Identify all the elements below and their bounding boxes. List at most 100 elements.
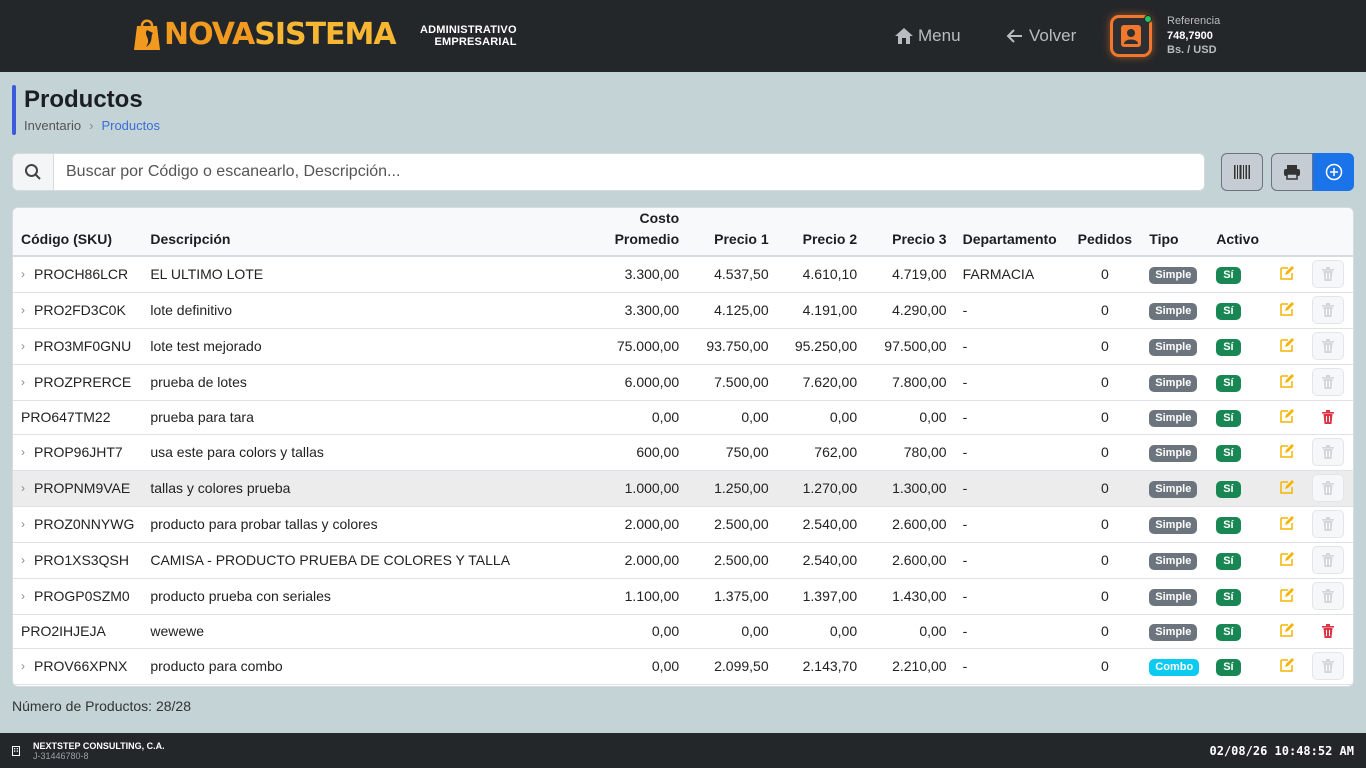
cell-pedidos: 0 xyxy=(1068,400,1142,435)
active-badge: Sí xyxy=(1216,409,1241,427)
edit-icon xyxy=(1280,515,1295,530)
delete-button[interactable] xyxy=(1312,546,1344,574)
table-row[interactable]: › PROGP0SZM0 producto prueba con seriales 1… xyxy=(13,578,1353,615)
edit-button[interactable] xyxy=(1279,479,1295,498)
cell-precio-1: 0,00 xyxy=(687,614,777,649)
edit-button[interactable] xyxy=(1279,551,1295,570)
sku-text: PRO1XS3QSH xyxy=(34,552,129,568)
delete-button[interactable] xyxy=(1312,582,1344,610)
plus-circle-icon xyxy=(1325,163,1342,181)
chevron-right-icon[interactable]: › xyxy=(21,481,34,495)
cell-tipo: Simple xyxy=(1141,578,1209,615)
search-input[interactable] xyxy=(54,154,1204,190)
delete-button[interactable] xyxy=(1312,510,1344,538)
table-row[interactable]: › PRO1XS3QSH CAMISA - PRODUCTO PRUEBA DE C… xyxy=(13,542,1353,579)
cell-pedidos: 0 xyxy=(1068,328,1142,365)
cell-precio-3: 97.500,00 xyxy=(865,328,955,365)
edit-button[interactable] xyxy=(1279,373,1295,392)
user-avatar[interactable] xyxy=(1110,15,1152,57)
table-row[interactable]: › PROP96JHT7 usa este para colors y tallas… xyxy=(13,434,1353,471)
chevron-right-icon[interactable]: › xyxy=(21,339,34,353)
table-row[interactable]: PRO2IHJEJA wewewe 0,00 0,00 0,00 0,00-0 Simple… xyxy=(13,614,1353,649)
chevron-right-icon[interactable]: › xyxy=(21,303,34,317)
edit-button[interactable] xyxy=(1279,265,1295,284)
chevron-right-icon[interactable]: › xyxy=(21,517,34,531)
cell-tipo: Simple xyxy=(1141,434,1209,471)
cell-activo: Sí xyxy=(1208,364,1272,401)
delete-button[interactable] xyxy=(1312,652,1344,680)
footer-company: NEXTSTEP CONSULTING, C.A. xyxy=(33,741,165,751)
delete-button[interactable] xyxy=(1312,403,1344,431)
cell-pedidos: 0 xyxy=(1068,470,1142,507)
cell-tipo: Simple xyxy=(1141,364,1209,401)
add-product-button[interactable] xyxy=(1313,153,1354,191)
delete-button[interactable] xyxy=(1312,438,1344,466)
cell-precio-2: 1.397,00 xyxy=(776,578,866,615)
edit-button[interactable] xyxy=(1279,622,1295,641)
table-row[interactable]: › PRO3MF0GNU lote test mejorado 75.000,00 93… xyxy=(13,328,1353,365)
delete-button[interactable] xyxy=(1312,617,1344,645)
page-title: Productos xyxy=(24,86,143,113)
delete-button[interactable] xyxy=(1312,474,1344,502)
edit-button[interactable] xyxy=(1279,515,1295,534)
back-button[interactable]: Volver xyxy=(1005,26,1076,46)
table-row[interactable]: › PROZPRERCE prueba de lotes 6.000,00 7.500,… xyxy=(13,364,1353,401)
chevron-right-icon[interactable]: › xyxy=(21,553,34,567)
menu-button[interactable]: Menu xyxy=(894,26,961,46)
table-row[interactable]: › PRO2FD3C0K lote definitivo 3.300,00 4.125,… xyxy=(13,292,1353,329)
table-row[interactable]: › PROPNM9VAE tallas y colores prueba 1.000,… xyxy=(13,470,1353,507)
edit-button[interactable] xyxy=(1279,301,1295,320)
table-row[interactable]: › PROZ0NNYWG producto para probar tallas y… xyxy=(13,506,1353,543)
cell-descripcion: producto para probar tallas y colores xyxy=(142,506,580,543)
cell-precio-2: 4.610,10 xyxy=(776,256,866,293)
edit-button[interactable] xyxy=(1279,657,1295,676)
table-row[interactable]: › PROV66XPNX producto para combo 0,00 2.099,… xyxy=(13,648,1353,685)
user-icon xyxy=(1121,25,1141,47)
active-badge: Sí xyxy=(1216,552,1241,570)
cell-sku: › PROGP0SZM0 xyxy=(13,578,143,615)
footer-bar: NEXTSTEP CONSULTING, C.A. J-31446780-8 0… xyxy=(0,733,1366,768)
table-row[interactable]: PRO647TM22 prueba para tara 0,00 0,00 0,00 0,… xyxy=(13,400,1353,435)
sku-text: PRO2FD3C0K xyxy=(34,302,126,318)
cell-precio-2: 762,00 xyxy=(776,434,866,471)
chevron-right-icon[interactable]: › xyxy=(21,267,34,281)
exchange-rate-reference: Referencia 748,7900 Bs. / USD xyxy=(1167,14,1220,58)
chevron-right-icon[interactable]: › xyxy=(21,589,34,603)
table-row[interactable]: › PROCH86LCR EL ULTIMO LOTE 3.300,00 4.537,5… xyxy=(13,256,1353,293)
active-badge: Sí xyxy=(1216,266,1241,284)
breadcrumb-inventario[interactable]: Inventario xyxy=(24,118,81,133)
print-button[interactable] xyxy=(1271,153,1313,191)
chevron-right-icon[interactable]: › xyxy=(21,445,34,459)
cell-activo: Sí xyxy=(1208,292,1272,329)
product-count: Número de Productos: 28/28 xyxy=(12,698,191,714)
active-badge: Sí xyxy=(1216,374,1241,392)
active-badge: Sí xyxy=(1216,444,1241,462)
cell-pedidos: 0 xyxy=(1068,434,1142,471)
edit-button[interactable] xyxy=(1279,587,1295,606)
delete-button[interactable] xyxy=(1312,332,1344,360)
edit-icon xyxy=(1280,337,1295,352)
edit-button[interactable] xyxy=(1279,408,1295,427)
cell-precio-2: 2.540,00 xyxy=(776,542,866,579)
col-costo-promedio: Costo Promedio xyxy=(579,208,688,257)
chevron-right-icon[interactable]: › xyxy=(21,375,34,389)
cell-precio-1: 2.500,00 xyxy=(687,542,777,579)
barcode-scan-button[interactable] xyxy=(1221,153,1263,191)
app-logo[interactable]: NOVA SISTEMA xyxy=(132,14,397,54)
cell-activo: Sí xyxy=(1208,328,1272,365)
edit-button[interactable] xyxy=(1279,337,1295,356)
cell-tipo: Combo xyxy=(1141,648,1209,685)
col-edit xyxy=(1271,208,1304,257)
cell-descripcion: EL ULTIMO LOTE xyxy=(142,256,580,293)
cell-sku: › PRO2FD3C0K xyxy=(13,292,143,329)
delete-button[interactable] xyxy=(1312,260,1344,289)
cell-activo: Sí xyxy=(1208,470,1272,507)
sku-text: PROCH86LCR xyxy=(34,266,129,283)
chevron-right-icon[interactable]: › xyxy=(21,659,34,673)
cell-activo: Sí xyxy=(1208,256,1272,293)
edit-button[interactable] xyxy=(1279,443,1295,462)
delete-button[interactable] xyxy=(1312,368,1344,396)
tagline-line2: EMPRESARIAL xyxy=(434,36,517,48)
type-badge: Simple xyxy=(1149,623,1198,641)
delete-button[interactable] xyxy=(1312,296,1344,324)
